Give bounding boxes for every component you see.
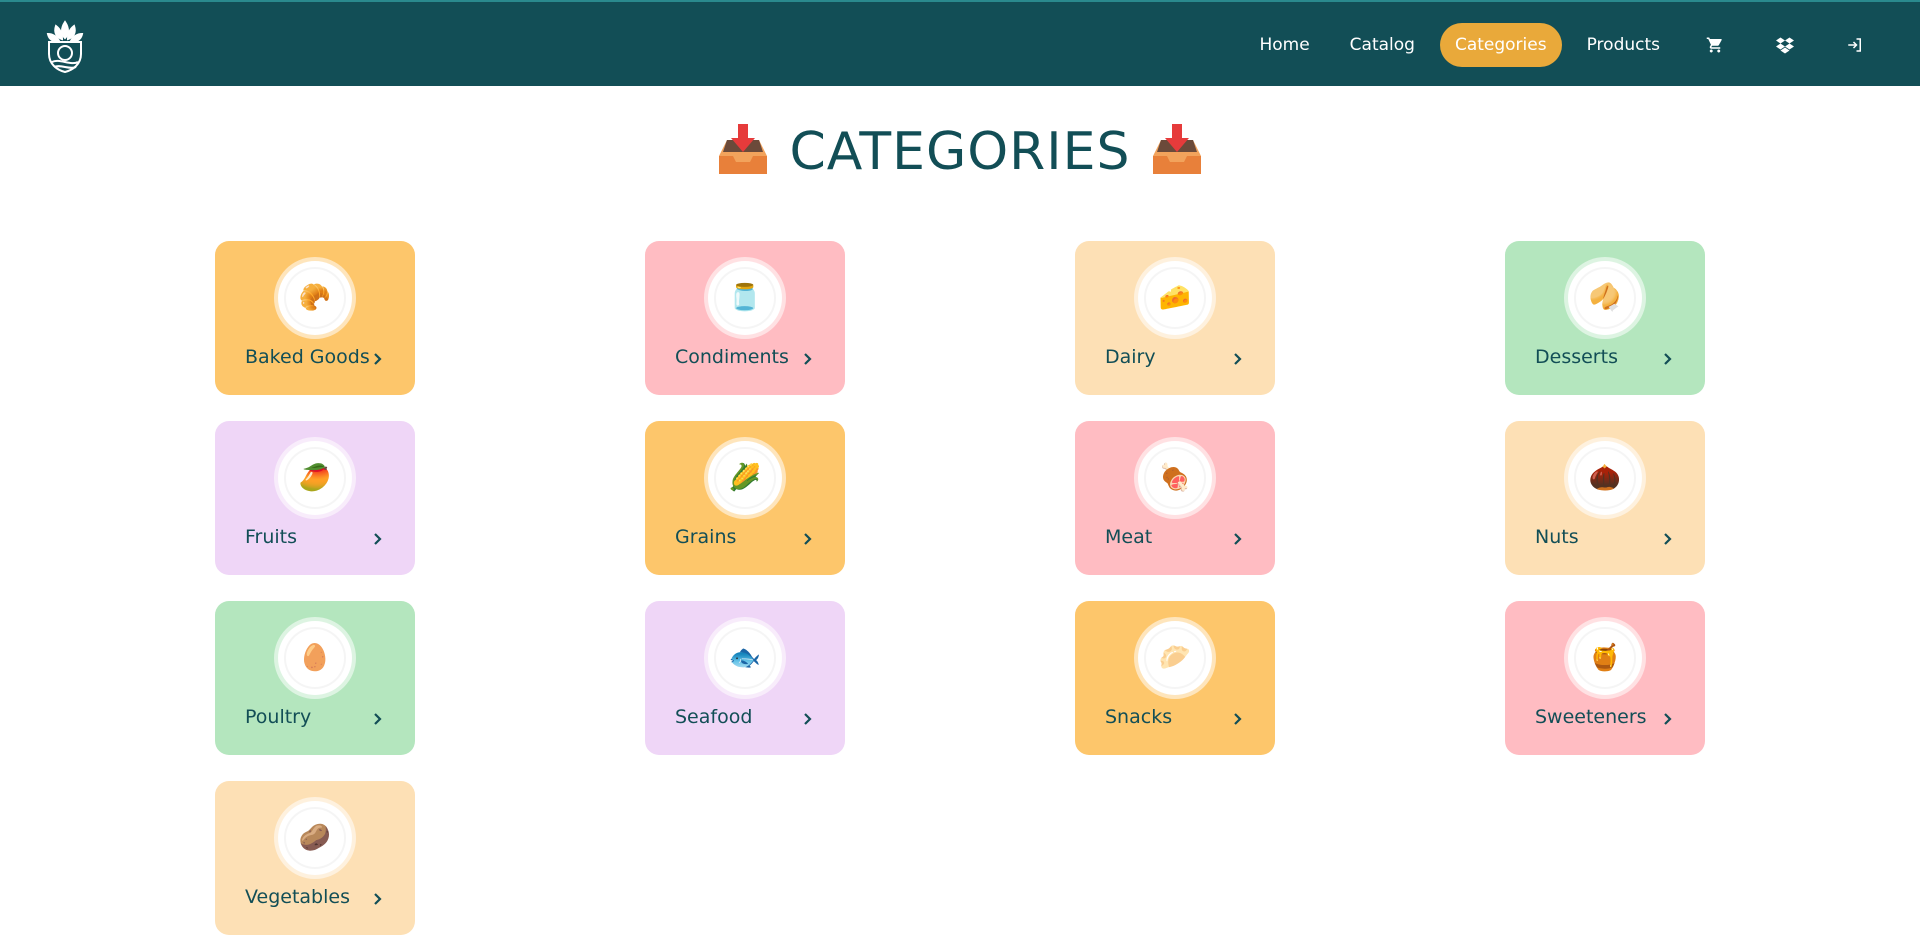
category-label: Poultry (245, 706, 312, 728)
chevron-right-icon (804, 713, 812, 725)
logout-icon[interactable] (1820, 23, 1890, 67)
category-badge: 🌰 (1568, 441, 1642, 515)
chevron-right-icon (1234, 533, 1242, 545)
category-card[interactable]: 🥠 Desserts (1505, 241, 1705, 395)
chevron-right-icon (804, 353, 812, 365)
chevron-right-icon (374, 713, 382, 725)
category-label: Meat (1105, 526, 1153, 548)
category-label: Baked Goods (245, 346, 370, 368)
category-label: Snacks (1105, 706, 1173, 728)
category-label: Dairy (1105, 346, 1156, 368)
inbox-tray-icon (1147, 122, 1207, 182)
category-badge: 🍖 (1138, 441, 1212, 515)
category-badge: 🥟 (1138, 621, 1212, 695)
category-badge: 🥠 (1568, 261, 1642, 335)
cheese-icon: 🧀 (1144, 267, 1206, 329)
category-label: Sweeteners (1535, 706, 1647, 728)
category-badge: 🫙 (708, 261, 782, 335)
chevron-right-icon (1664, 353, 1672, 365)
category-card[interactable]: 🥚 Poultry (215, 601, 415, 755)
dumpling-icon: 🥟 (1144, 627, 1206, 689)
category-card[interactable]: 🥟 Snacks (1075, 601, 1275, 755)
mango-icon: 🥭 (284, 447, 346, 509)
nav-catalog[interactable]: Catalog (1335, 23, 1430, 67)
category-label: Condiments (675, 346, 789, 368)
page-title-text: CATEGORIES (789, 122, 1131, 182)
category-label: Desserts (1535, 346, 1618, 368)
fish-icon: 🐟 (714, 627, 776, 689)
chestnut-icon: 🌰 (1574, 447, 1636, 509)
page-title: CATEGORIES (0, 122, 1920, 182)
inbox-tray-icon (713, 122, 773, 182)
category-badge: 🧀 (1138, 261, 1212, 335)
chevron-right-icon (804, 533, 812, 545)
top-navbar: Home Catalog Categories Products (0, 0, 1920, 86)
brand-logo[interactable] (44, 18, 86, 74)
nav-products[interactable]: Products (1572, 23, 1675, 67)
chevron-right-icon (374, 533, 382, 545)
category-label: Vegetables (245, 886, 350, 908)
category-card[interactable]: 🍖 Meat (1075, 421, 1275, 575)
category-card[interactable]: 🍯 Sweeteners (1505, 601, 1705, 755)
category-card[interactable]: 🧀 Dairy (1075, 241, 1275, 395)
chevron-right-icon (1664, 533, 1672, 545)
category-card[interactable]: 🐟 Seafood (645, 601, 845, 755)
main-nav: Home Catalog Categories Products (1239, 2, 1920, 88)
corn-icon: 🌽 (714, 447, 776, 509)
category-badge: 🥭 (278, 441, 352, 515)
category-badge: 🥐 (278, 261, 352, 335)
fortune-cookie-icon: 🥠 (1574, 267, 1636, 329)
chevron-right-icon (1234, 713, 1242, 725)
chevron-right-icon (1664, 713, 1672, 725)
croissant-icon: 🥐 (284, 267, 346, 329)
category-card[interactable]: 🥭 Fruits (215, 421, 415, 575)
category-label: Seafood (675, 706, 753, 728)
nav-home[interactable]: Home (1244, 23, 1324, 67)
nav-categories[interactable]: Categories (1439, 23, 1562, 67)
category-card[interactable]: 🌰 Nuts (1505, 421, 1705, 575)
category-badge: 🥚 (278, 621, 352, 695)
category-card[interactable]: 🌽 Grains (645, 421, 845, 575)
cart-icon[interactable] (1680, 23, 1750, 67)
category-label: Grains (675, 526, 737, 548)
category-badge: 🍯 (1568, 621, 1642, 695)
potato-icon: 🥔 (284, 807, 346, 869)
category-badge: 🐟 (708, 621, 782, 695)
category-label: Fruits (245, 526, 298, 548)
category-badge: 🌽 (708, 441, 782, 515)
honey-pot-icon: 🍯 (1574, 627, 1636, 689)
chevron-right-icon (1234, 353, 1242, 365)
dropbox-icon[interactable] (1750, 23, 1820, 67)
category-card[interactable]: 🥔 Vegetables (215, 781, 415, 935)
category-card[interactable]: 🥐 Baked Goods (215, 241, 415, 395)
category-badge: 🥔 (278, 801, 352, 875)
category-card[interactable]: 🫙 Condiments (645, 241, 845, 395)
jar-icon: 🫙 (714, 267, 776, 329)
chevron-right-icon (374, 353, 382, 365)
meat-icon: 🍖 (1144, 447, 1206, 509)
category-label: Nuts (1535, 526, 1579, 548)
egg-icon: 🥚 (284, 627, 346, 689)
category-grid: 🥐 Baked Goods 🫙 Condiments 🧀 Dairy 🥠 Desserts 🥭 F… (215, 241, 1705, 935)
chevron-right-icon (374, 893, 382, 905)
